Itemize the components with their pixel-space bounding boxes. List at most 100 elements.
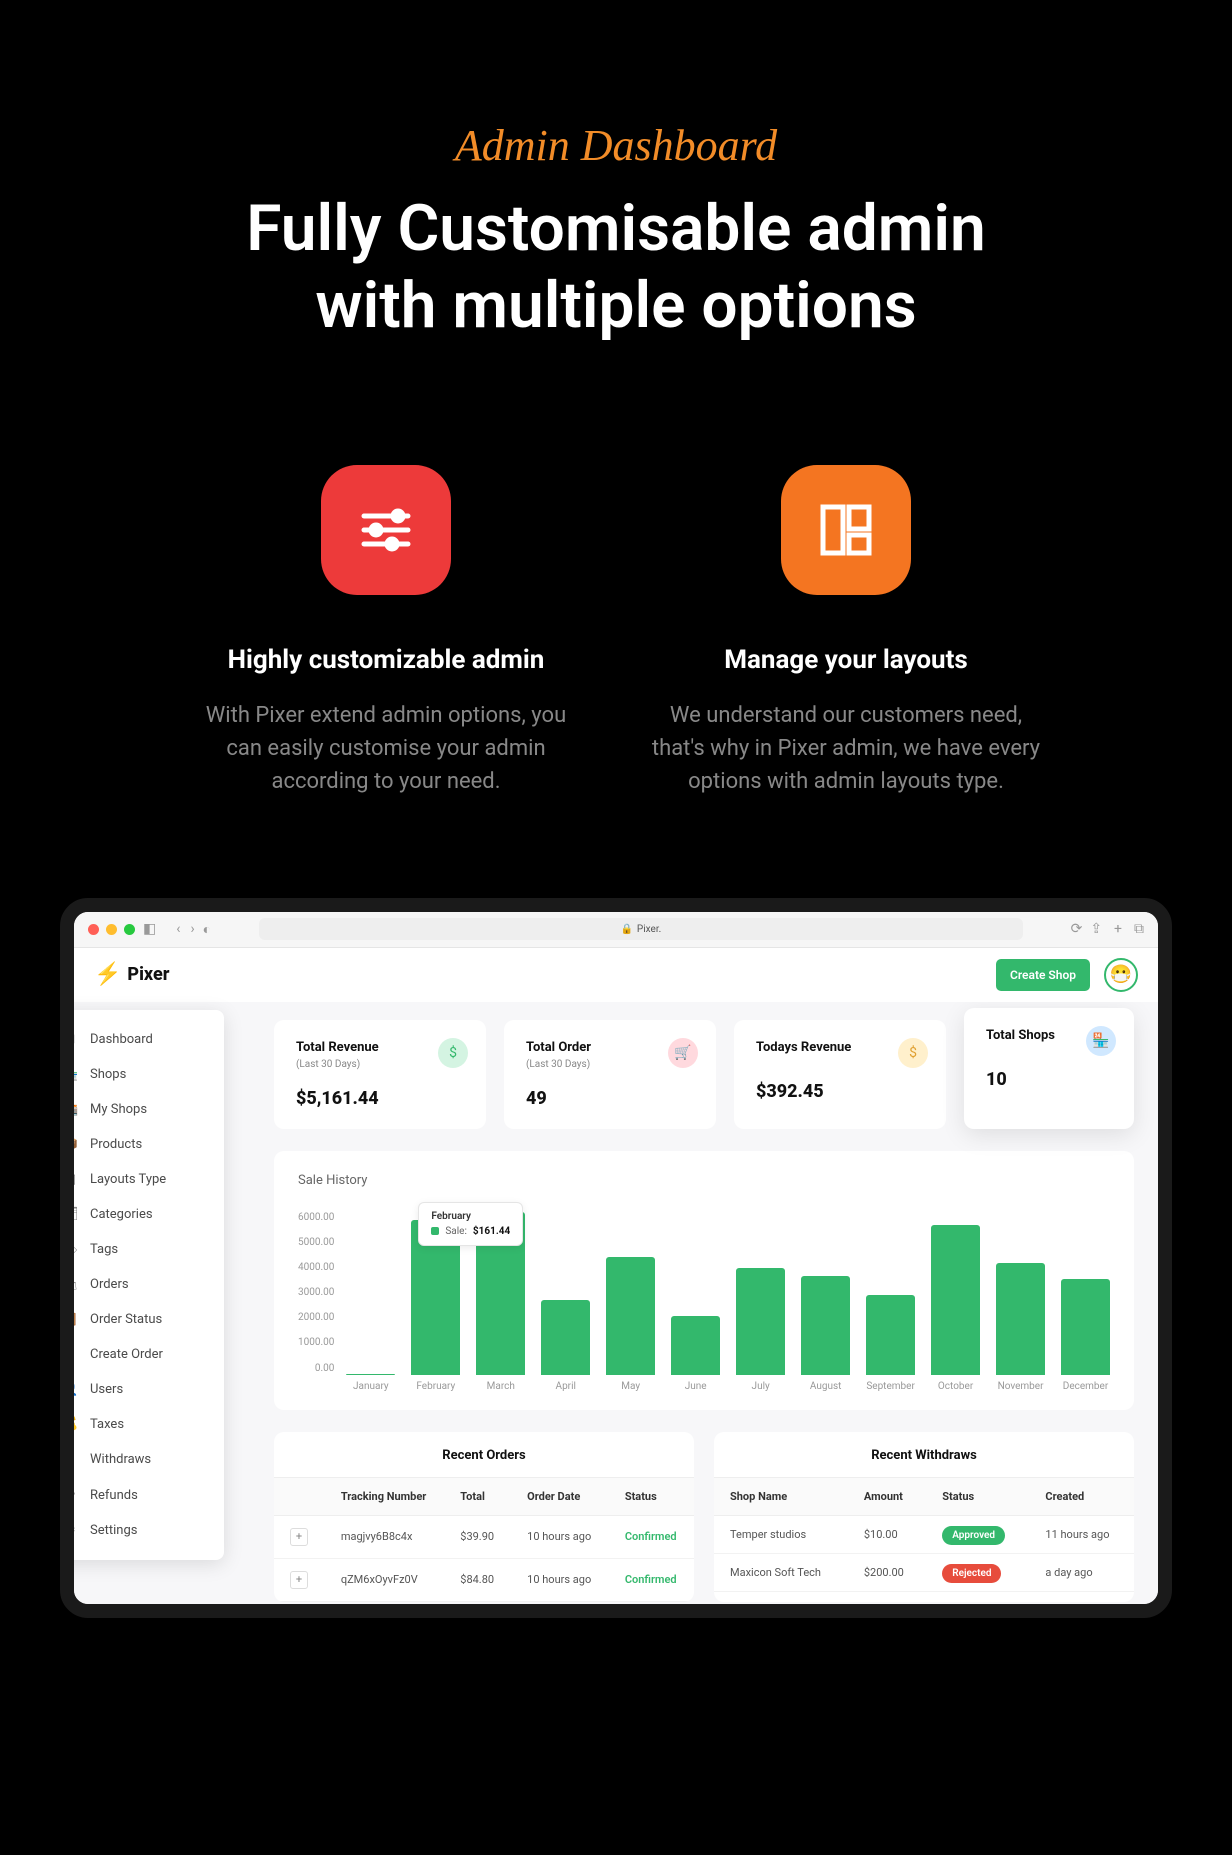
sidebar-item-categories[interactable]: 🗂Categories: [60, 1197, 224, 1232]
bar-label: January: [353, 1381, 389, 1392]
address-bar[interactable]: 🔒Pixer.: [259, 918, 1022, 940]
nav-icon: 🏪: [62, 1067, 78, 1082]
nav-icon: 🗂: [62, 1207, 78, 1222]
nav-icon: 🛍: [62, 1277, 78, 1292]
new-tab-icon[interactable]: +: [1114, 921, 1122, 937]
chart-bar[interactable]: February: [411, 1220, 460, 1392]
sliders-icon: [321, 465, 451, 595]
nav-label: Refunds: [90, 1488, 138, 1503]
sidebar-item-settings[interactable]: ⚙Settings: [60, 1513, 224, 1548]
create-shop-button[interactable]: Create Shop: [996, 959, 1090, 991]
cell-total: $39.90: [444, 1515, 511, 1558]
chart-bar[interactable]: May: [606, 1257, 655, 1391]
sidebar-item-layouts-type[interactable]: ◫Layouts Type: [60, 1162, 224, 1197]
sidebar-item-products[interactable]: 📦Products: [60, 1127, 224, 1162]
recent-orders-table: Recent Orders Tracking NumberTotalOrder …: [274, 1432, 694, 1602]
feature-layouts: Manage your layouts We understand our cu…: [646, 465, 1046, 798]
chart-tooltip: February Sale: $161.44: [418, 1202, 523, 1246]
bar-label: November: [998, 1381, 1044, 1392]
forward-icon[interactable]: ›: [190, 921, 194, 937]
chart-bar[interactable]: August: [801, 1276, 850, 1392]
stat-card: Todays Revenue$392.45$: [734, 1020, 946, 1129]
cell-created: a day ago: [1029, 1553, 1134, 1591]
sidebar-item-my-shops[interactable]: 🏬My Shops: [60, 1092, 224, 1127]
bar-label: March: [487, 1381, 515, 1392]
sidebar-item-create-order[interactable]: ✎Create Order: [60, 1337, 224, 1372]
chart-bar[interactable]: January: [346, 1374, 395, 1392]
stat-subtitle: (Last 30 Days): [526, 1059, 694, 1070]
table-title: Recent Withdraws: [714, 1448, 1134, 1477]
chart-bar[interactable]: July: [736, 1268, 785, 1392]
chart-bar[interactable]: September: [866, 1295, 915, 1392]
column-header: Shop Name: [714, 1477, 848, 1515]
traffic-maximize-icon[interactable]: [124, 924, 135, 935]
column-header: Status: [926, 1477, 1029, 1515]
feature-desc: With Pixer extend admin options, you can…: [186, 699, 586, 798]
column-header: Tracking Number: [325, 1477, 444, 1515]
nav-icon: 🏬: [62, 1102, 78, 1117]
column-header: Order Date: [511, 1477, 609, 1515]
cell-shop: Maxicon Soft Tech: [714, 1553, 848, 1591]
stat-value: 10: [986, 1069, 1112, 1090]
sidebar-item-tags[interactable]: 🏷Tags: [60, 1232, 224, 1267]
stat-subtitle: (Last 30 Days): [296, 1059, 464, 1070]
stat-value: $392.45: [756, 1081, 924, 1102]
chart-title: Sale History: [298, 1173, 1110, 1188]
nav-label: Create Order: [90, 1347, 163, 1362]
cell-shop: Temper studios: [714, 1515, 848, 1553]
bar-label: September: [866, 1381, 915, 1392]
sidebar-item-withdraws[interactable]: ≡Withdraws: [60, 1442, 224, 1478]
reload-icon[interactable]: ⟳: [1071, 921, 1083, 937]
chart-bar[interactable]: November: [996, 1263, 1045, 1392]
chart-y-axis: 6000.005000.004000.003000.002000.001000.…: [298, 1212, 334, 1392]
chart-bars: February Sale: $161.44 JanuaryFebruaryMa…: [346, 1212, 1110, 1392]
traffic-close-icon[interactable]: [88, 924, 99, 935]
sidebar-item-orders[interactable]: 🛍 Orders: [60, 1267, 224, 1302]
sidebar-item-refunds[interactable]: ↩Refunds: [60, 1478, 224, 1513]
expand-row-button[interactable]: +: [290, 1571, 308, 1589]
cell-tracking: magjvy6B8c4x: [325, 1515, 444, 1558]
brand-logo[interactable]: ⚡Pixer: [94, 962, 169, 987]
stat-icon: 🏪: [1086, 1026, 1116, 1056]
bolt-icon: ⚡: [94, 962, 121, 987]
laptop-frame: ◧ ‹› ◐ 🔒Pixer. ⟳ ⇪+⧉ ⚡Pixer Create Shop …: [60, 898, 1172, 1618]
nav-icon: ⚙: [62, 1523, 78, 1538]
bar-label: June: [685, 1381, 707, 1392]
cell-status: Approved: [926, 1515, 1029, 1553]
stat-icon: $: [438, 1038, 468, 1068]
column-header: [274, 1477, 325, 1515]
cell-status: Rejected: [926, 1553, 1029, 1591]
tabs-icon[interactable]: ⧉: [1134, 921, 1144, 937]
layout-icon: [781, 465, 911, 595]
table-row: +qZM6xOyvFz0V$84.8010 hours agoConfirmed: [274, 1558, 694, 1601]
nav-icon: 💰: [62, 1417, 78, 1432]
sidebar-item-taxes[interactable]: 💰Taxes: [60, 1407, 224, 1442]
sidebar-item-users[interactable]: 👤Users: [60, 1372, 224, 1407]
cell-date: 10 hours ago: [511, 1515, 609, 1558]
bar-label: October: [938, 1381, 973, 1392]
share-icon[interactable]: ⇪: [1090, 921, 1102, 937]
expand-row-button[interactable]: +: [290, 1528, 308, 1546]
nav-icon: 📋: [62, 1312, 78, 1327]
sidebar-item-dashboard[interactable]: ⊞Dashboard: [60, 1022, 224, 1057]
avatar[interactable]: 😷: [1104, 958, 1138, 992]
nav-label: Layouts Type: [90, 1172, 166, 1187]
chart-bar[interactable]: April: [541, 1300, 590, 1392]
sidebar-item-shops[interactable]: 🏪Shops: [60, 1057, 224, 1092]
stat-card: Total Shops10🏪: [964, 1008, 1134, 1129]
chart-bar[interactable]: December: [1061, 1279, 1110, 1392]
chart-bar[interactable]: June: [671, 1316, 720, 1392]
nav-label: Tags: [90, 1242, 118, 1257]
legend-dot-icon: [431, 1227, 439, 1235]
nav-label: Order Status: [90, 1312, 162, 1327]
traffic-minimize-icon[interactable]: [106, 924, 117, 935]
nav-label: Orders: [90, 1277, 129, 1292]
table-title: Recent Orders: [274, 1448, 694, 1477]
chart-bar[interactable]: October: [931, 1225, 980, 1391]
stat-icon: 🛒: [668, 1038, 698, 1068]
recent-withdraws-table: Recent Withdraws Shop NameAmountStatusCr…: [714, 1432, 1134, 1602]
sidebar-toggle-icon[interactable]: ◧: [143, 921, 156, 937]
back-icon[interactable]: ‹: [176, 921, 180, 937]
sidebar-item-order-status[interactable]: 📋 Order Status: [60, 1302, 224, 1337]
shield-icon[interactable]: ◐: [203, 921, 211, 938]
